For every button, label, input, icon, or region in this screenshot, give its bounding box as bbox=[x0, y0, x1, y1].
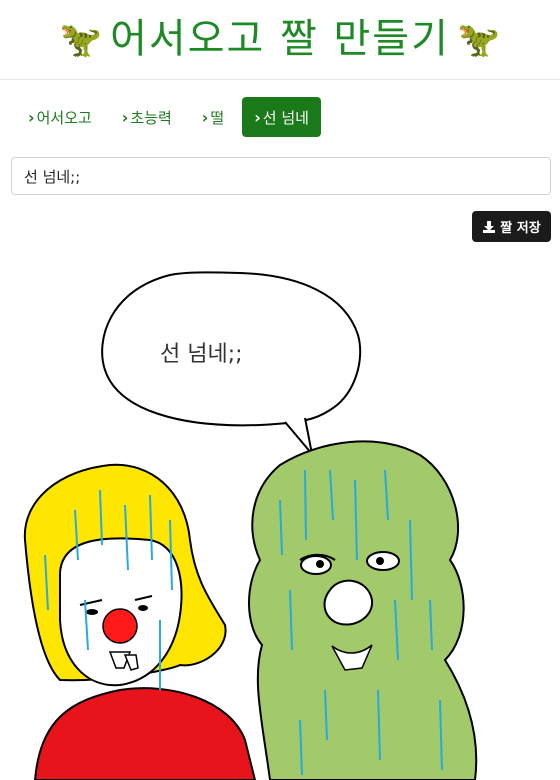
tab-crossing-line[interactable]: › 선 넘네 bbox=[242, 97, 321, 137]
chevron-right-icon: › bbox=[254, 107, 261, 127]
tab-superpower[interactable]: › 초능력 bbox=[110, 97, 184, 137]
tab-label: 어서오고 bbox=[36, 108, 92, 127]
chevron-right-icon: › bbox=[121, 107, 129, 127]
left-character bbox=[23, 463, 257, 780]
speech-bubble-text: 선 넘네;; bbox=[160, 342, 243, 367]
chevron-right-icon: › bbox=[28, 107, 35, 127]
tab-label: 떨 bbox=[210, 108, 225, 127]
save-button-label: 짤 저장 bbox=[500, 221, 541, 236]
tab-tremble[interactable]: › 떨 bbox=[190, 97, 236, 137]
caption-input[interactable] bbox=[11, 157, 551, 195]
save-image-button[interactable]: 짤 저장 bbox=[472, 211, 551, 242]
tab-label: 선 넘네 bbox=[262, 108, 309, 127]
dinosaur-icon-right: 🦖 bbox=[457, 19, 501, 60]
page-title: 어서오고 짤 만들기 bbox=[110, 15, 450, 62]
dinosaur-icon-left: 🦖 bbox=[59, 19, 103, 60]
right-character bbox=[248, 440, 478, 780]
page-header: 🦖 어서오고 짤 만들기 🦖 bbox=[0, 0, 560, 80]
download-icon bbox=[483, 220, 496, 233]
chevron-right-icon: › bbox=[201, 107, 209, 127]
tab-welcome[interactable]: › 어서오고 bbox=[16, 97, 104, 137]
template-tabs: › 어서오고 › 초능력 › 떨 › 선 넘네 bbox=[16, 97, 321, 137]
meme-canvas bbox=[23, 271, 478, 780]
tab-label: 초능력 bbox=[130, 108, 172, 127]
